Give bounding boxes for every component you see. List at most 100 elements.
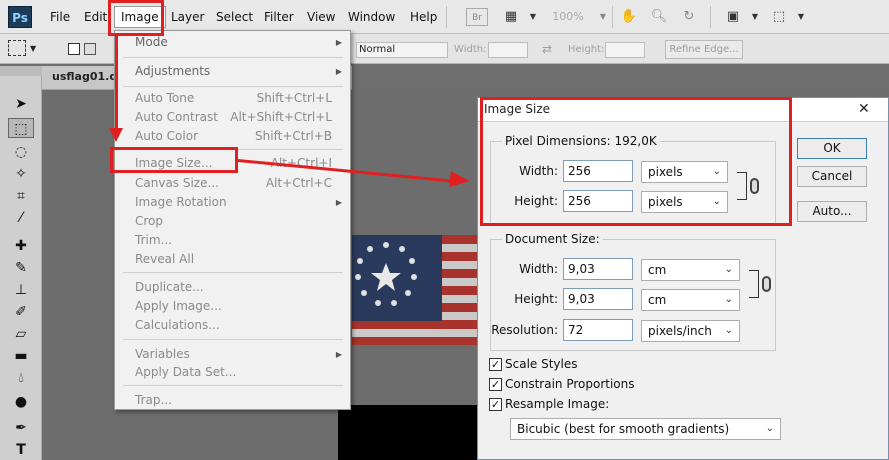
magic-wand-tool-icon[interactable]: ✧ [8,164,34,184]
shortcut-auto-color: Shift+Ctrl+B [255,129,332,143]
zoom-icon[interactable]: 🔍︎ [648,8,670,26]
doc-width-unit-value: cm [648,263,667,277]
menu-separator [123,385,343,386]
menu-edit[interactable]: Edit [84,10,107,24]
chevron-down-icon[interactable]: ▼ [744,8,766,26]
gradient-tool-icon[interactable]: ▬ [8,346,34,366]
marquee-preset-icon[interactable] [8,40,26,56]
menu-select[interactable]: Select [216,10,253,24]
chevron-down-icon[interactable]: ▼ [790,8,812,26]
menu-item-crop[interactable]: Crop [135,214,163,228]
new-selection-icon[interactable] [68,43,80,55]
menu-item-apply-data-set[interactable]: Apply Data Set... [135,365,236,379]
menu-item-auto-tone[interactable]: Auto Tone [135,91,194,105]
zoom-level[interactable]: 100% [548,8,588,26]
panel-grip[interactable] [0,66,42,76]
highlight-image-menu [108,0,164,36]
highlight-image-size-item [110,147,238,173]
annotation-arrow-head [449,171,471,189]
swap-icon[interactable]: ⇄ [542,42,552,56]
resample-image-label: Resample Image: [505,397,610,411]
width-label: Width: [454,44,487,55]
annotation-arrow-head [109,128,123,142]
chevron-down-icon[interactable]: ▼ [522,8,544,26]
menu-item-auto-contrast[interactable]: Auto Contrast [135,110,218,124]
cancel-button[interactable]: Cancel [797,166,867,187]
menu-item-adjustments[interactable]: Adjustments [135,64,210,78]
shortcut-auto-contrast: Alt+Shift+Ctrl+L [230,110,332,124]
menu-item-calculations[interactable]: Calculations... [135,318,220,332]
hand-icon[interactable]: ✋ [618,8,640,26]
menu-item-trim[interactable]: Trim... [135,233,172,247]
resample-method-value: Bicubic (best for smooth gradients) [517,422,730,436]
menu-item-apply-image[interactable]: Apply Image... [135,299,222,313]
width-input[interactable] [488,42,528,58]
doc-width-input[interactable]: 9,03 [563,258,633,280]
resolution-unit-select[interactable]: pixels/inch ⌄ [641,320,740,342]
dodge-tool-icon[interactable]: ● [8,392,34,412]
menu-item-duplicate[interactable]: Duplicate... [135,280,204,294]
close-icon[interactable]: ✕ [858,101,870,117]
bridge-button[interactable]: Br [466,8,488,26]
height-label: Height: [568,44,605,55]
chevron-down-icon: ⌄ [724,294,733,305]
menu-filter[interactable]: Filter [264,10,294,24]
resample-image-checkbox[interactable]: ✓ [489,398,502,411]
move-tool-icon[interactable]: ➤ [8,94,34,114]
screen-mode-icon[interactable]: ⬚ [768,8,790,26]
auto-button[interactable]: Auto... [797,201,867,222]
height-input[interactable] [605,42,645,58]
doc-height-input[interactable]: 9,03 [563,288,633,310]
menu-item-variables[interactable]: Variables [135,347,190,361]
ok-button[interactable]: OK [797,138,867,159]
doc-width-unit-select[interactable]: cm ⌄ [641,259,740,281]
resample-method-select[interactable]: Bicubic (best for smooth gradients) ⌄ [510,418,781,440]
chevron-down-icon[interactable]: ▼ [592,8,614,26]
constrain-proportions-label: Constrain Proportions [505,377,635,391]
submenu-arrow-icon: ▶ [335,198,342,207]
refine-edge-button[interactable]: Refine Edge... [665,40,743,59]
healing-brush-tool-icon[interactable]: ✚ [8,236,34,256]
resolution-unit-value: pixels/inch [648,324,712,338]
doc-width-label: Width: [519,262,558,276]
eyedropper-tool-icon[interactable]: ⁄ [8,208,34,228]
add-selection-icon[interactable] [84,43,96,55]
tools-panel: ➤ ⬚ ◌ ✧ ⌗ ⁄ ✚ ✎ ⊥ ✐ ▱ ▬ 💧︎ ● ✒ T [0,66,42,460]
blur-tool-icon[interactable]: 💧︎ [8,368,34,388]
style-select[interactable]: Normal [356,42,448,58]
resolution-input[interactable]: 72 [563,319,633,341]
brush-tool-icon[interactable]: ✎ [8,258,34,278]
document-size-legend: Document Size: [502,232,603,246]
arrange-documents-icon[interactable]: ▣ [722,8,744,26]
doc-height-unit-select[interactable]: cm ⌄ [641,289,740,311]
menu-item-auto-color[interactable]: Auto Color [135,129,198,143]
rotate-view-icon[interactable]: ↻ [678,8,700,26]
menu-item-canvas-size[interactable]: Canvas Size... [135,176,219,190]
scale-styles-checkbox[interactable]: ✓ [489,358,502,371]
eraser-tool-icon[interactable]: ▱ [8,324,34,344]
lasso-tool-icon[interactable]: ◌ [8,142,34,162]
menu-item-trap[interactable]: Trap... [135,393,172,407]
chevron-down-icon[interactable]: ▼ [30,44,36,53]
menu-window[interactable]: Window [348,10,395,24]
screen-mode-icon[interactable]: ▦ [500,8,522,26]
doc-height-label: Height: [514,292,558,306]
chevron-down-icon: ⌄ [724,264,733,275]
clone-stamp-tool-icon[interactable]: ⊥ [8,280,34,300]
menu-view[interactable]: View [307,10,335,24]
menu-file[interactable]: File [50,10,70,24]
crop-tool-icon[interactable]: ⌗ [8,186,34,206]
menu-item-image-rotation[interactable]: Image Rotation [135,195,227,209]
menu-help[interactable]: Help [410,10,437,24]
constrain-proportions-checkbox[interactable]: ✓ [489,378,502,391]
history-brush-tool-icon[interactable]: ✐ [8,302,34,322]
menu-item-mode[interactable]: Mode [135,35,168,49]
menu-item-reveal-all[interactable]: Reveal All [135,252,194,266]
pen-tool-icon[interactable]: ✒ [8,418,34,438]
shortcut-auto-tone: Shift+Ctrl+L [256,91,332,105]
menubar-divider [612,6,613,28]
submenu-arrow-icon: ▶ [335,67,342,76]
marquee-tool-icon[interactable]: ⬚ [8,118,34,138]
menu-layer[interactable]: Layer [171,10,204,24]
type-tool-icon[interactable]: T [8,440,34,460]
